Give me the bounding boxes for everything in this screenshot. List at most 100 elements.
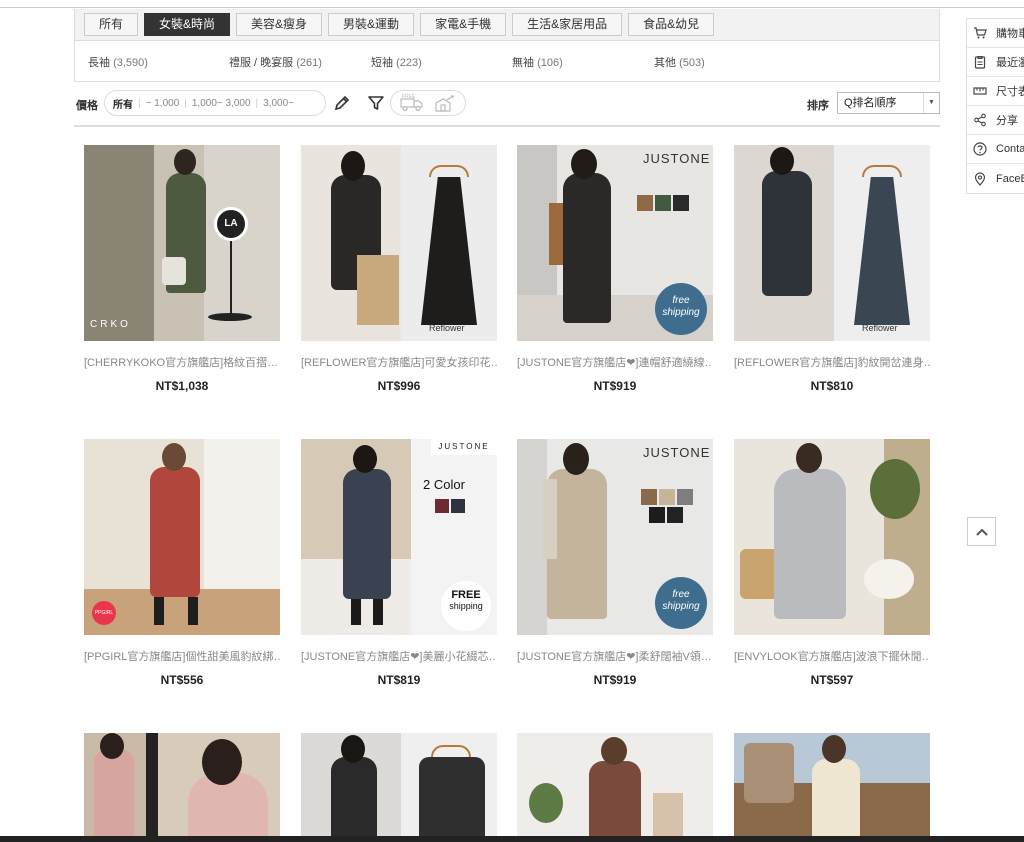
- filter-row: 價格 所有 | ~ 1,000 | 1,000~ 3,000 | 3,000~ …: [74, 89, 940, 117]
- product-name[interactable]: [JUSTONE官方旗艦店❤]柔舒闊袖V領…: [517, 648, 713, 664]
- product-image[interactable]: PPGIRL: [84, 439, 280, 635]
- right-sidebar: 購物車 最近瀏 尺寸表 分享 Contact FaceBook: [966, 18, 1024, 194]
- subcategory-formal[interactable]: 禮服 / 晚宴服 (261): [229, 54, 322, 70]
- product-name[interactable]: [JUSTONE官方旗艦店❤]美麗小花綴芯…: [301, 648, 497, 664]
- funnel-icon[interactable]: [366, 93, 386, 113]
- sidebar-item-recent[interactable]: 最近瀏: [967, 48, 1024, 77]
- sort-label: 排序: [807, 100, 829, 112]
- product-image[interactable]: [301, 733, 497, 836]
- product-card[interactable]: [734, 733, 930, 842]
- tab-all[interactable]: 所有: [84, 13, 139, 36]
- product-card[interactable]: JUSTONE free shipping [JUSTONE官方旗艦店❤]柔舒闊…: [517, 439, 713, 687]
- brand-logo: JUSTONE: [431, 439, 497, 455]
- category-panel: 所有 女裝&時尚 美容&瘦身 男裝&運動 家電&手機 生活&家居用品 食品&幼兒…: [74, 9, 940, 82]
- taskbar-edge: [0, 836, 1024, 842]
- brand-logo: JUSTONE: [643, 151, 711, 166]
- price-option-1000-3000[interactable]: 1,000~ 3,000: [192, 98, 251, 109]
- sidebar-item-contact[interactable]: Contact: [967, 135, 1024, 164]
- sort-value: Q排名順序: [844, 97, 897, 109]
- product-card[interactable]: PPGIRL [PPGIRL官方旗艦店]個性甜美風豹紋綁… NT$556: [84, 439, 280, 687]
- subcategory-other[interactable]: 其他 (503): [654, 54, 705, 70]
- product-name[interactable]: [JUSTONE官方旗艦店❤]連帽舒適繞線…: [517, 354, 713, 370]
- subcategory-sleeveless[interactable]: 無袖 (106): [512, 54, 563, 70]
- product-image[interactable]: JUSTONE 2 Color FREE shipping: [301, 439, 497, 635]
- share-icon: [974, 113, 986, 127]
- price-label: 價格: [76, 100, 98, 112]
- product-image[interactable]: [734, 439, 930, 635]
- product-image[interactable]: JUSTONE free shipping: [517, 439, 713, 635]
- category-tabs: 所有 女裝&時尚 美容&瘦身 男裝&運動 家電&手機 生活&家居用品 食品&幼兒: [75, 9, 939, 41]
- subcategory-long-sleeve[interactable]: 長袖 (3,590): [88, 54, 148, 70]
- ruler-icon: [973, 87, 987, 95]
- product-card[interactable]: Reflower [REFLOWER官方旗艦店]可愛女孩印花… NT$996: [301, 145, 497, 393]
- product-name[interactable]: [ENVYLOOK官方旗艦店]波浪下擺休閒…: [734, 648, 930, 664]
- product-card[interactable]: LA CRKO [CHERRYKOKO官方旗艦店]格紋百摺… NT$1,038: [84, 145, 280, 393]
- product-card[interactable]: [ENVYLOOK官方旗艦店]波浪下擺休閒… NT$597: [734, 439, 930, 687]
- product-image[interactable]: JUSTONE free shipping: [517, 145, 713, 341]
- delivery-icon[interactable]: [433, 95, 457, 113]
- sidebar-item-size-chart[interactable]: 尺寸表: [967, 77, 1024, 106]
- brand-logo: Reflower: [862, 323, 898, 333]
- product-price: NT$996: [377, 379, 421, 393]
- sidebar-item-label: Contact: [996, 143, 1024, 155]
- product-price: NT$919: [593, 379, 637, 393]
- price-separator: |: [255, 97, 259, 109]
- product-price: NT$597: [810, 673, 854, 687]
- product-card[interactable]: [84, 733, 280, 842]
- sidebar-item-facebook[interactable]: FaceBook: [967, 164, 1024, 193]
- product-image[interactable]: LA CRKO: [84, 145, 280, 341]
- product-price: NT$919: [593, 673, 637, 687]
- sort-select[interactable]: Q排名順序 ▼: [837, 92, 940, 114]
- brand-logo: Reflower: [429, 323, 465, 333]
- product-name[interactable]: [PPGIRL官方旗艦店]個性甜美風豹紋綁…: [84, 648, 280, 664]
- product-image[interactable]: Reflower: [301, 145, 497, 341]
- subcategory-row: 長袖 (3,590) 禮服 / 晚宴服 (261) 短袖 (223) 無袖 (1…: [75, 41, 939, 81]
- free-shipping-badge: free shipping: [655, 577, 707, 629]
- product-card[interactable]: [517, 733, 713, 842]
- price-separator: |: [138, 97, 141, 109]
- free-badge-bottom: shipping: [449, 601, 483, 611]
- tab-home-living[interactable]: 生活&家居用品: [512, 13, 623, 36]
- price-option-all[interactable]: 所有: [113, 96, 133, 111]
- product-card[interactable]: JUSTONE free shipping [JUSTONE官方旗艦店❤]連帽舒…: [517, 145, 713, 393]
- tab-electronics[interactable]: 家電&手機: [420, 13, 507, 36]
- product-image[interactable]: Reflower: [734, 145, 930, 341]
- price-separator: |: [184, 97, 187, 109]
- product-price: NT$810: [810, 379, 854, 393]
- price-option-over-3000[interactable]: 3,000~: [263, 98, 294, 109]
- product-card[interactable]: JUSTONE 2 Color FREE shipping [JUSTONE官方…: [301, 439, 497, 687]
- sidebar-item-cart[interactable]: 購物車: [967, 19, 1024, 48]
- product-card[interactable]: Reflower [REFLOWER官方旗艦店]豹紋開岔連身… NT$810: [734, 145, 930, 393]
- product-image[interactable]: [734, 733, 930, 836]
- shipping-filter: FREE: [390, 90, 466, 116]
- price-option-under-1000[interactable]: ~ 1,000: [146, 98, 180, 109]
- subcategory-short-sleeve[interactable]: 短袖 (223): [371, 54, 422, 70]
- pencil-icon[interactable]: [332, 93, 352, 113]
- tab-womens-fashion[interactable]: 女裝&時尚: [144, 13, 231, 36]
- filter-divider: [74, 125, 940, 127]
- product-name[interactable]: [REFLOWER官方旗艦店]可愛女孩印花…: [301, 354, 497, 370]
- top-border: [0, 0, 1024, 8]
- chevron-down-icon: ▼: [923, 93, 939, 113]
- product-name[interactable]: [REFLOWER官方旗艦店]豹紋開岔連身…: [734, 354, 930, 370]
- tab-food-baby[interactable]: 食品&幼兒: [628, 13, 715, 36]
- free-badge-top: FREE: [451, 589, 481, 601]
- free-shipping-truck-icon[interactable]: FREE: [399, 94, 425, 113]
- chevron-up-icon: [975, 528, 988, 536]
- tab-beauty[interactable]: 美容&瘦身: [236, 13, 323, 36]
- sidebar-item-label: 購物車: [996, 28, 1024, 40]
- brand-logo: CRKO: [90, 319, 131, 330]
- product-card[interactable]: [301, 733, 497, 842]
- sidebar-item-label: 最近瀏: [996, 57, 1024, 69]
- sidebar-item-share[interactable]: 分享: [967, 106, 1024, 135]
- brand-logo: PPGIRL: [92, 601, 116, 625]
- product-image[interactable]: [84, 733, 280, 836]
- product-price: NT$819: [377, 673, 421, 687]
- tab-mens-sports[interactable]: 男裝&運動: [328, 13, 415, 36]
- question-icon: [973, 142, 987, 156]
- product-image[interactable]: [517, 733, 713, 836]
- product-name[interactable]: [CHERRYKOKO官方旗艦店]格紋百摺…: [84, 354, 280, 370]
- back-to-top-button[interactable]: [967, 517, 996, 546]
- sidebar-item-label: 尺寸表: [996, 86, 1024, 98]
- product-price: NT$556: [160, 673, 204, 687]
